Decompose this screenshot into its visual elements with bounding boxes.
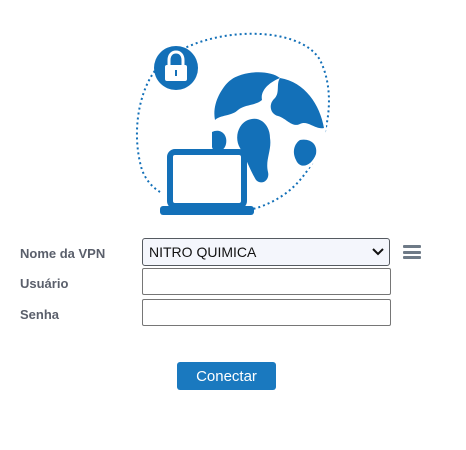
lock-icon [154,46,198,90]
hamburger-menu-icon[interactable] [403,245,421,259]
vpn-login-page: Nome da VPN Usuário Senha NITRO QUIMICA … [0,0,466,450]
laptop-icon [160,149,254,215]
vpn-name-label: Nome da VPN [20,246,106,261]
vpn-illustration [136,32,330,215]
user-label: Usuário [20,276,69,291]
connect-button[interactable]: Conectar [177,362,276,390]
password-label: Senha [20,307,60,322]
vpn-select[interactable]: NITRO QUIMICA [142,238,390,266]
user-input[interactable] [142,268,391,295]
vpn-select-value: NITRO QUIMICA [149,244,257,260]
chevron-down-icon [371,245,385,259]
password-input[interactable] [142,299,391,326]
